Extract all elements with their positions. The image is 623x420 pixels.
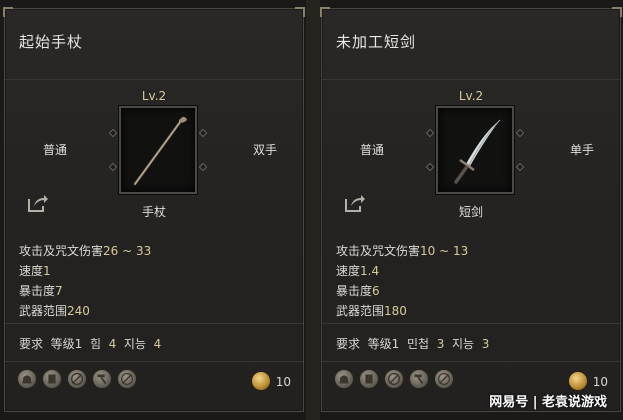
req-level-label: 等级 [50, 337, 75, 351]
corner-ornament [295, 7, 305, 17]
stat-label: 暴击度 [19, 284, 56, 298]
weapon-type: 短剑 [458, 205, 483, 219]
corner-ornament [3, 7, 13, 17]
stats-list: 攻击及咒文伤害10 ~ 13 速度1.4 暴击度6 武器范围180 [336, 241, 468, 321]
item-handedness: 单手 [569, 143, 594, 157]
item-icon-frame [425, 106, 525, 194]
share-icon[interactable] [344, 193, 366, 213]
stat-value: 1 [43, 264, 51, 278]
stat-row: 暴击度7 [19, 281, 151, 301]
stat-value: 26 ~ 33 [103, 244, 152, 258]
req-level-value: 1 [391, 337, 400, 351]
frame-ornament [515, 162, 525, 172]
scroll-icon [359, 369, 379, 389]
stat-label: 攻击及咒文伤害 [19, 244, 104, 258]
item-tooltip-dagger: 未加工短剑 Lv.2 普通 单手 短剑 攻击及咒文伤害10 ~ 13 速度1.4… [320, 7, 622, 412]
stat-label: 暴击度 [336, 284, 373, 298]
requirements-label: 要求 [19, 337, 44, 351]
frame-ornament [198, 162, 208, 172]
stat-value: 240 [67, 304, 90, 318]
dagger-icon [454, 119, 501, 184]
requirements: 要求 等级1 힘 4 지능 4 [19, 335, 161, 352]
item-icon-frame [108, 106, 208, 194]
req-stat-value: 4 [153, 337, 162, 351]
req-stat-label: 지능 [451, 337, 475, 351]
no-trade-icon [384, 369, 404, 389]
stat-label: 攻击及咒文伤害 [336, 244, 421, 258]
stats-list: 攻击及咒文伤害26 ~ 33 速度1 暴击度7 武器范围240 [19, 241, 151, 321]
stat-row: 暴击度6 [336, 281, 468, 301]
stat-row: 武器范围180 [336, 301, 468, 321]
item-name: 起始手杖 [19, 33, 84, 51]
stat-value: 6 [372, 284, 380, 298]
stat-label: 速度 [336, 264, 361, 278]
bag-icon [334, 369, 354, 389]
item-handedness: 双手 [252, 143, 277, 157]
stat-row: 速度1.4 [336, 261, 468, 281]
corner-ornament [320, 7, 330, 17]
req-stat-label: 지능 [123, 337, 147, 351]
staff-icon [133, 116, 187, 186]
stat-label: 武器范围 [19, 304, 68, 318]
coin-icon [251, 371, 271, 391]
divider [322, 361, 620, 362]
requirements: 要求 等级1 민첩 3 지능 3 [336, 335, 489, 352]
frame-ornament [425, 128, 435, 138]
divider [322, 79, 620, 80]
item-price: 10 [592, 375, 608, 389]
stat-row: 武器范围240 [19, 301, 151, 321]
req-stat-label: 민첩 [406, 337, 430, 351]
hammer-icon [92, 369, 112, 389]
stat-row: 速度1 [19, 261, 151, 281]
coin-icon [568, 371, 588, 391]
item-tooltip-staff: 起始手杖 Lv.2 普通 双手 手杖 攻击及咒文伤害26 ~ 33 速度1 暴击… [3, 7, 305, 412]
stat-value: 1.4 [360, 264, 380, 278]
property-icons [334, 369, 454, 389]
requirements-label: 要求 [336, 337, 361, 351]
req-stat-value: 3 [481, 337, 490, 351]
req-level-label: 等级 [367, 337, 392, 351]
item-name: 未加工短剑 [336, 33, 417, 51]
no-repair-icon [434, 369, 454, 389]
stat-row: 攻击及咒文伤害10 ~ 13 [336, 241, 468, 261]
stat-value: 10 ~ 13 [420, 244, 469, 258]
req-stat-value: 4 [108, 337, 117, 351]
item-level: Lv.2 [458, 89, 484, 103]
item-level: Lv.2 [141, 89, 167, 103]
no-trade-icon [67, 369, 87, 389]
frame-ornament [108, 162, 118, 172]
frame-ornament [515, 128, 525, 138]
frame-ornament [425, 162, 435, 172]
bag-icon [17, 369, 37, 389]
property-icons [17, 369, 137, 389]
stat-row: 攻击及咒文伤害26 ~ 33 [19, 241, 151, 261]
divider [5, 79, 303, 80]
weapon-type: 手杖 [141, 205, 166, 219]
stat-label: 速度 [19, 264, 44, 278]
no-repair-icon [117, 369, 137, 389]
stat-value: 180 [384, 304, 407, 318]
req-stat-label: 힘 [89, 337, 101, 351]
frame-ornament [198, 128, 208, 138]
item-grade: 普通 [360, 143, 385, 157]
stat-label: 武器范围 [336, 304, 385, 318]
scroll-icon [42, 369, 62, 389]
stat-value: 7 [55, 284, 63, 298]
hammer-icon [409, 369, 429, 389]
share-icon[interactable] [27, 193, 49, 213]
divider [322, 323, 620, 324]
req-stat-value: 3 [436, 337, 445, 351]
background-strip [306, 0, 320, 420]
watermark: 网易号 | 老袁说游戏 [489, 395, 607, 410]
req-level-value: 1 [74, 337, 83, 351]
item-grade: 普通 [43, 143, 68, 157]
divider [5, 361, 303, 362]
corner-ornament [612, 7, 622, 17]
item-price: 10 [275, 375, 291, 389]
divider [5, 323, 303, 324]
frame-ornament [108, 128, 118, 138]
